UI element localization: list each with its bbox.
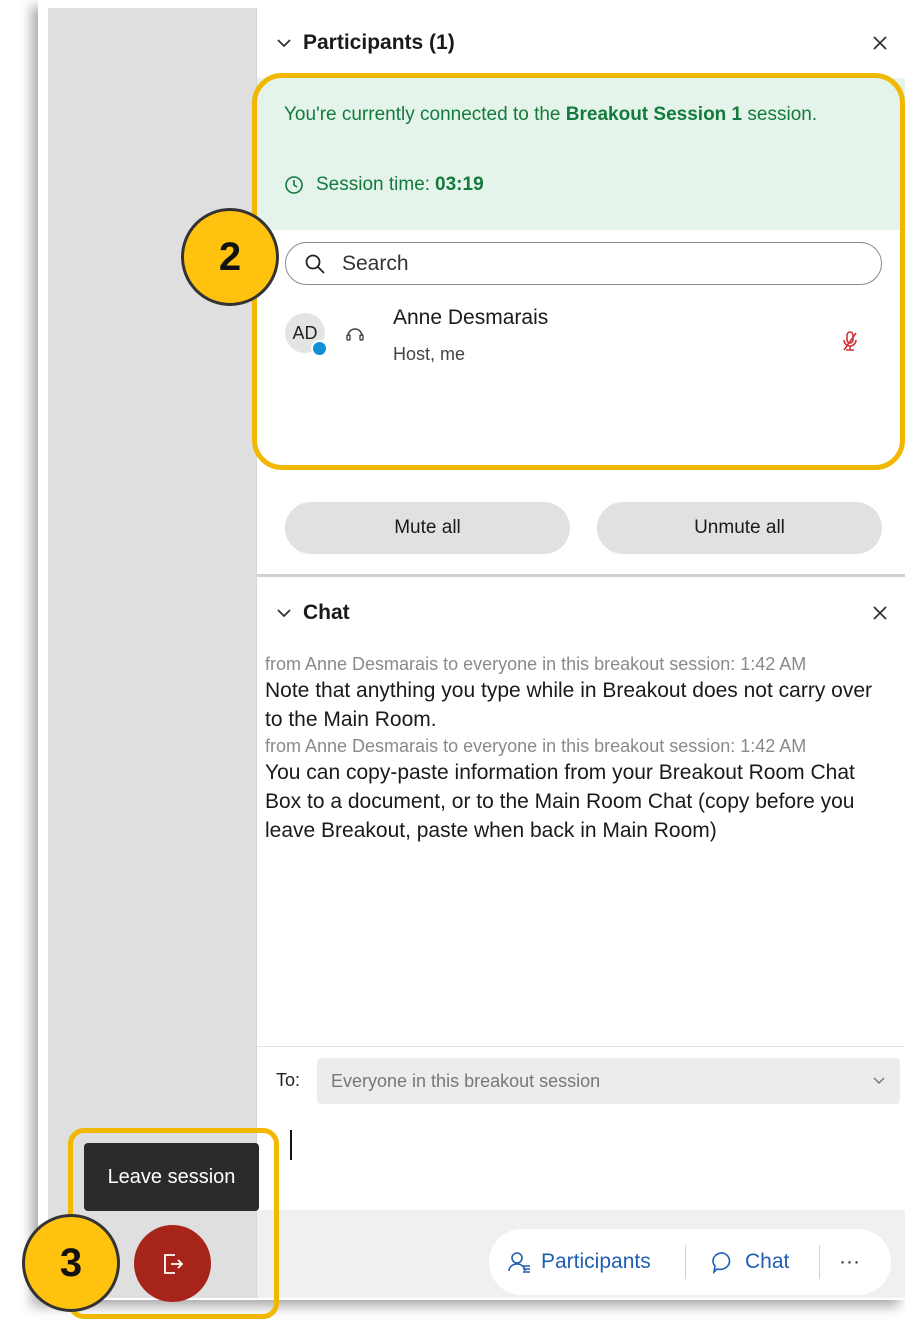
people-icon [508,1252,530,1273]
recipient-label: To: [276,1070,301,1090]
mute-all-button[interactable]: Mute all [285,502,570,554]
message-meta: from Anne Desmarais to everyone in this … [265,654,807,674]
chat-bubble-icon [712,1252,731,1274]
chevron-down-icon[interactable] [273,32,295,54]
message-text: You can copy-paste information from your… [265,761,855,842]
chevron-down-icon [873,1077,885,1085]
section-divider [257,574,905,577]
toolbar-separator [819,1245,820,1279]
participants-button[interactable]: Participants [507,1229,651,1295]
panel-toggle-group: Participants Chat ··· [489,1229,891,1295]
participants-header[interactable]: Participants (1) [273,28,455,58]
chat-title: Chat [303,601,350,624]
toolbar-separator [685,1245,686,1279]
chat-button[interactable]: Chat [711,1229,789,1295]
chevron-down-icon[interactable] [273,602,295,624]
participants-button-label: Participants [541,1250,651,1273]
message-text: Note that anything you type while in Bre… [265,679,873,731]
unmute-all-button[interactable]: Unmute all [597,502,882,554]
close-icon[interactable] [869,602,891,624]
compose-divider [257,1046,905,1047]
chat-message-list: from Anne Desmarais to everyone in this … [265,652,885,845]
chat-text-input[interactable] [290,1130,292,1160]
video-area [48,8,256,1298]
chat-button-label: Chat [745,1250,790,1273]
participants-title: Participants (1) [303,31,455,54]
message-meta: from Anne Desmarais to everyone in this … [265,736,807,756]
chat-header[interactable]: Chat [273,598,350,628]
recipient-value: Everyone in this breakout session [331,1070,601,1091]
close-icon[interactable] [869,32,891,54]
bottom-toolbar: Participants Chat ··· [257,1210,905,1298]
annotation-badge-3: 3 [22,1214,120,1312]
annotation-badge-2: 2 [181,208,279,306]
more-options-button[interactable]: ··· [839,1229,860,1295]
highlight-participants-area [252,73,905,470]
recipient-select[interactable]: Everyone in this breakout session [317,1058,900,1104]
